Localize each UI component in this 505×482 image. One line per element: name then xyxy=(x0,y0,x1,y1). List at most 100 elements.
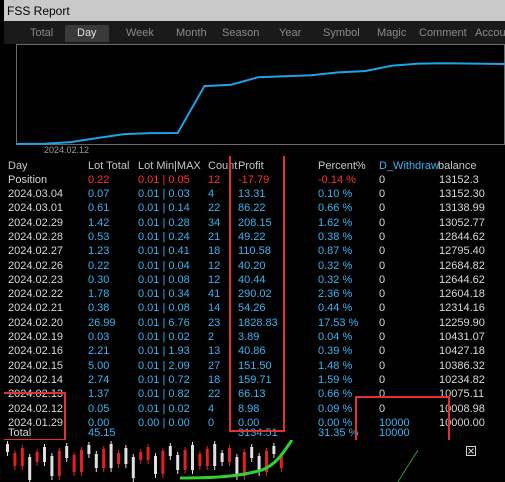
cell-percent: 0.38 % xyxy=(318,230,353,243)
cell-profit: 40.44 xyxy=(238,273,266,286)
cell-profit: 159.71 xyxy=(238,373,272,386)
table-row: 2024.02.26 0.22 0.01 | 0.04 12 40.20 0.32 % 0 1… xyxy=(0,259,505,273)
cell-lot-minmax: 0.01 | 6.76 xyxy=(138,316,190,329)
cell-day: 2024.03.01 xyxy=(8,202,64,215)
candle-body xyxy=(102,449,106,468)
table-row: 2024.02.22 1.78 0.01 | 0.34 41 290.02 2.36 % 0… xyxy=(0,287,505,301)
cell-balance: 12684.82 xyxy=(439,259,485,272)
cell-profit: 49.22 xyxy=(238,230,266,243)
table-row: 2024.03.04 0.07 0.01 | 0.03 4 13.31 0.10 % 0 13… xyxy=(0,187,505,201)
equity-point xyxy=(203,85,206,87)
cell-withdraw: 0 xyxy=(379,302,386,315)
cell-lot-total: 0.30 xyxy=(88,273,110,286)
candle-body xyxy=(235,457,239,476)
cell-day: 2024.03.04 xyxy=(8,188,64,200)
equity-chart-svg: 2024.02.12 xyxy=(16,44,505,155)
cell-percent: 0.87 % xyxy=(318,245,353,258)
cell-percent: 2.36 % xyxy=(318,288,353,301)
table-row: 2024.02.16 2.21 0.01 | 1.93 13 40.86 0.39 % 0 1… xyxy=(0,344,505,358)
candle-body xyxy=(65,446,69,458)
candle-body xyxy=(35,452,39,462)
cell-balance: 10234.82 xyxy=(439,373,485,386)
tab-year[interactable]: Year xyxy=(279,25,301,42)
equity-point xyxy=(69,141,72,143)
tab-month[interactable]: Month xyxy=(176,25,207,42)
cell-withdraw: 0 xyxy=(379,331,386,343)
cell-day: 2024.02.23 xyxy=(8,273,64,286)
cell-profit: 3.89 xyxy=(238,331,260,343)
cell-profit: 40.20 xyxy=(238,259,266,272)
cell-lot-total: 0.22 xyxy=(88,259,110,272)
candle-body xyxy=(213,444,217,466)
equity-point xyxy=(16,143,18,145)
cell-balance: 10075.11 xyxy=(439,388,485,401)
cell-count: 18 xyxy=(208,373,221,386)
cell-withdraw: 0 xyxy=(379,402,386,415)
candle-body xyxy=(50,456,54,476)
cell-percent: 0.66 % xyxy=(318,202,353,215)
equity-point xyxy=(96,137,99,139)
tab-magic[interactable]: Magic xyxy=(377,25,406,42)
cell-percent: 0.10 % xyxy=(318,188,353,200)
tab-day[interactable]: Day xyxy=(65,25,109,42)
candle-body xyxy=(109,444,113,468)
cell-day: 2024.02.15 xyxy=(8,359,64,372)
equity-point xyxy=(337,71,339,74)
candle-body xyxy=(124,448,128,464)
tab-symbol[interactable]: Symbol xyxy=(323,25,360,42)
cell-count: 22 xyxy=(208,202,221,215)
cell-balance: 10386.32 xyxy=(439,359,485,372)
cell-lot-total: 0.03 xyxy=(88,331,110,343)
cell-profit: 110.58 xyxy=(238,245,271,258)
tab-comment[interactable]: Comment xyxy=(419,25,467,42)
cell-percent: 0.04 % xyxy=(318,331,353,343)
cell-withdraw: 0 xyxy=(379,259,386,272)
cell-balance: 13052.77 xyxy=(439,216,485,229)
cell-withdraw: 0 xyxy=(379,216,386,229)
cell-lot-minmax: 0.01 | 0.02 xyxy=(138,331,190,343)
candle-body xyxy=(168,446,172,456)
tab-total[interactable]: Total xyxy=(30,25,53,42)
cell-lot-minmax: 0.01 | 0.28 xyxy=(138,216,190,229)
cell-lot-minmax: 0.01 | 0.72 xyxy=(138,373,190,386)
cell-lot-minmax: 0.01 | 2.09 xyxy=(138,359,190,372)
cell-percent: 0.66 % xyxy=(318,388,353,401)
cell-balance: 12795.40 xyxy=(439,245,485,258)
cell-percent: 1.48 % xyxy=(318,359,353,372)
cell-day: Day xyxy=(8,160,28,172)
candle-body xyxy=(250,447,254,458)
cell-percent: 1.62 % xyxy=(318,216,353,229)
cell-withdraw: 0 xyxy=(379,388,386,401)
cell-lot-minmax: 0.01 | 0.41 xyxy=(138,245,190,258)
cell-day: 2024.02.20 xyxy=(8,316,64,329)
table-row: 2024.02.14 2.74 0.01 | 0.72 18 159.71 1.59 % 0… xyxy=(0,373,505,387)
cell-lot-total: Lot Total xyxy=(88,160,130,172)
cell-profit: 66.13 xyxy=(238,388,266,401)
cell-lot-minmax: 0.01 | 0.82 xyxy=(138,388,190,401)
table-row: 2024.03.01 0.61 0.01 | 0.14 22 86.22 0.66 % 0 1… xyxy=(0,201,505,215)
cell-lot-total: 1.37 xyxy=(88,388,110,401)
tab-week[interactable]: Week xyxy=(126,25,154,42)
cell-lot-total: 0.61 xyxy=(88,202,110,215)
candle-body xyxy=(6,444,9,452)
window-titlebar[interactable]: FSS Report xyxy=(0,0,505,21)
table-header-row: Day Lot Total Lot Min|MAX Count Profit Percen… xyxy=(0,159,505,173)
cell-lot-minmax: 0.01 | 0.34 xyxy=(138,288,190,301)
cell-day: 2024.02.12 xyxy=(8,402,64,415)
tab-accou[interactable]: Accou xyxy=(475,25,505,42)
cell-profit: Profit xyxy=(238,160,264,172)
cell-lot-minmax: 0.01 | 0.08 xyxy=(138,273,190,286)
cell-count: 13 xyxy=(208,345,221,358)
cell-withdraw: 0 xyxy=(379,373,386,386)
cell-day: 2024.02.28 xyxy=(8,230,64,243)
cell-profit: 1828.83 xyxy=(238,316,278,329)
candle-body xyxy=(28,457,32,480)
cell-withdraw: 0 xyxy=(379,230,386,243)
candle-body xyxy=(87,445,91,454)
table-row: 2024.02.21 0.38 0.01 | 0.08 14 54.26 0.44 % 0 1… xyxy=(0,301,505,315)
cell-day: 2024.02.26 xyxy=(8,259,64,272)
tab-season[interactable]: Season xyxy=(222,25,259,42)
cell-profit: 3134.51 xyxy=(238,427,278,439)
candle-body xyxy=(154,456,157,474)
cell-count: 23 xyxy=(208,316,221,329)
